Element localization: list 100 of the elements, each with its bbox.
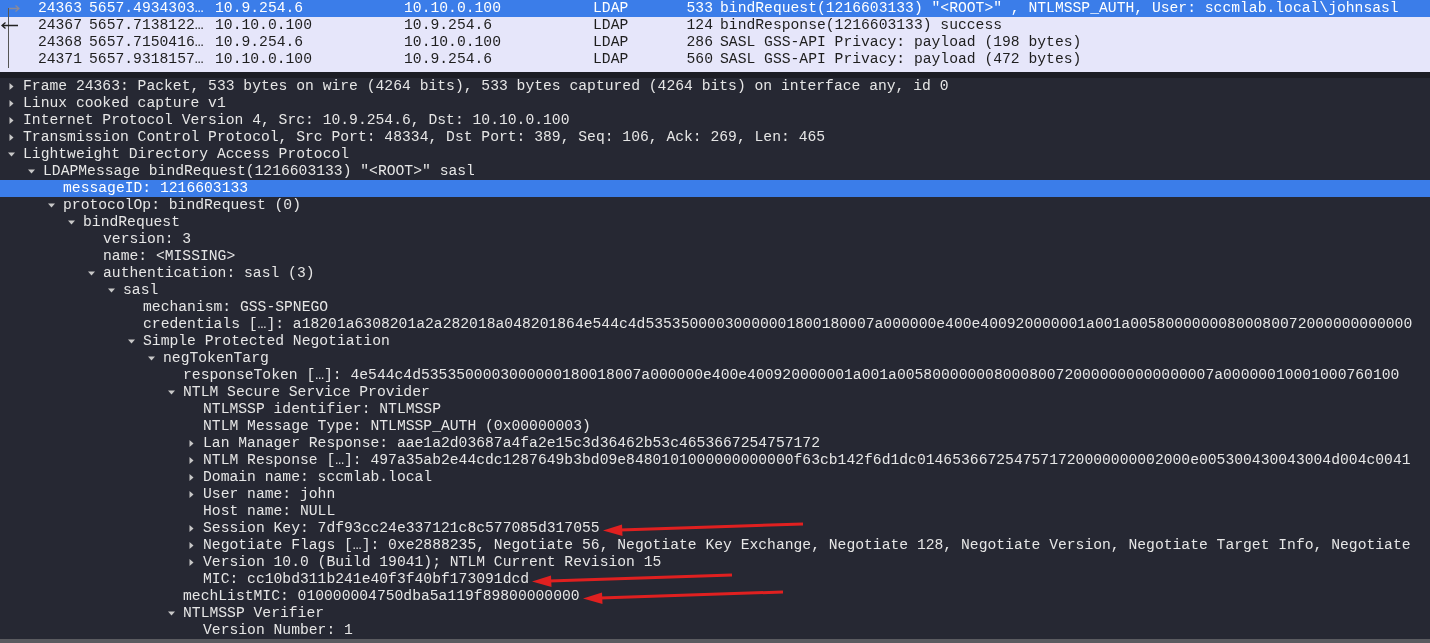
tree-item[interactable]: User name: john xyxy=(0,486,1430,503)
tree-item-label: MIC: cc10bd311b241e40f3f40bf173091dcd xyxy=(203,571,530,587)
tree-item[interactable]: NTLM Secure Service Provider xyxy=(0,384,1430,401)
tree-item[interactable]: bindRequest xyxy=(0,214,1430,231)
left-arrow-icon xyxy=(1,22,18,29)
tree-item-label: Domain name: sccmlab.local xyxy=(203,469,433,485)
tree-item[interactable]: Linux cooked capture v1 xyxy=(0,95,1430,112)
destination-address: 10.9.254.6 xyxy=(404,51,494,68)
expand-arrow-icon[interactable] xyxy=(188,525,195,532)
packet-length: 533 xyxy=(685,0,714,17)
collapse-arrow-icon[interactable] xyxy=(148,355,155,362)
packet-row[interactable]: 24367 5657.7138122… 10.10.0.100 10.9.254.6 LDAP 124 bindResponse(1216603133) success xyxy=(0,17,1430,34)
tree-item-label: negTokenTarg xyxy=(163,350,269,366)
packet-length: 560 xyxy=(685,51,714,68)
tree-item[interactable]: LDAPMessage bindRequest(1216603133) "<ROOT>" sasl xyxy=(0,163,1430,180)
expand-arrow-icon[interactable] xyxy=(188,542,195,549)
packet-time: 5657.7150416… xyxy=(88,34,205,51)
packet-time: 5657.4934303… xyxy=(88,0,205,17)
source-address: 10.10.0.100 xyxy=(215,17,313,34)
collapse-arrow-icon[interactable] xyxy=(168,610,175,617)
tree-item[interactable]: Version 10.0 (Build 19041); NTLM Current Revision 15 xyxy=(0,554,1430,571)
tree-item-label: Session Key: 7df93cc24e337121c8c577085d317055 xyxy=(203,520,600,536)
tree-item-label: messageID: 1216603133 xyxy=(63,180,249,196)
collapse-arrow-icon[interactable] xyxy=(8,151,15,158)
packet-time: 5657.7138122… xyxy=(88,17,205,34)
tree-item-label: Negotiate Flags […]: 0xe2888235, Negotiate 56, Negotiate Key Exchange, Negotiate 128, Negotiate Version, Negotiate Target Info, Negotiate xyxy=(203,537,1411,553)
tree-item-label: Internet Protocol Version 4, Src: 10.9.254.6, Dst: 10.10.0.100 xyxy=(23,112,570,128)
collapse-arrow-icon[interactable] xyxy=(68,219,75,226)
tree-item[interactable]: version: 3 xyxy=(0,231,1430,248)
expand-arrow-icon[interactable] xyxy=(8,83,15,90)
tree-item-label: User name: john xyxy=(203,486,336,502)
tree-item-label: mechanism: GSS-SPNEGO xyxy=(143,299,329,315)
tree-item[interactable]: Host name: NULL xyxy=(0,503,1430,520)
expand-arrow-icon[interactable] xyxy=(188,491,195,498)
source-address: 10.10.0.100 xyxy=(215,51,313,68)
collapse-arrow-icon[interactable] xyxy=(168,389,175,396)
packet-info: SASL GSS-API Privacy: payload (472 bytes) xyxy=(719,51,1083,68)
destination-address: 10.10.0.100 xyxy=(404,0,502,17)
tree-item[interactable]: Domain name: sccmlab.local xyxy=(0,469,1430,486)
tree-item[interactable]: mechanism: GSS-SPNEGO xyxy=(0,299,1430,316)
protocol-name: LDAP xyxy=(593,51,630,68)
protocol-name: LDAP xyxy=(593,17,630,34)
tree-item-label: credentials […]: a18201a6308201a2a282018a048201864e544c4d53535000030000001800180007a000000e400e400920000001a001a00580000000800080072000000000000 xyxy=(143,316,1413,332)
tree-item[interactable]: Internet Protocol Version 4, Src: 10.9.254.6, Dst: 10.10.0.100 xyxy=(0,112,1430,129)
tree-item[interactable]: Simple Protected Negotiation xyxy=(0,333,1430,350)
tree-item[interactable]: credentials […]: a18201a6308201a2a282018a048201864e544c4d53535000030000001800180007a000000e400e400920000001a001a00580000000800080072000000000000 xyxy=(0,316,1430,333)
packet-number: 24368 xyxy=(36,34,83,51)
packet-row[interactable]: 24371 5657.9318157… 10.10.0.100 10.9.254.6 LDAP 560 SASL GSS-API Privacy: payload (472 bytes) xyxy=(0,51,1430,68)
packet-row[interactable]: 24368 5657.7150416… 10.9.254.6 10.10.0.100 LDAP 286 SASL GSS-API Privacy: payload (198 bytes) xyxy=(0,34,1430,51)
collapse-arrow-icon[interactable] xyxy=(28,168,35,175)
destination-address: 10.10.0.100 xyxy=(404,34,502,51)
tree-item[interactable]: Negotiate Flags […]: 0xe2888235, Negotiate 56, Negotiate Key Exchange, Negotiate 128, Negotiate Version, Negotiate Target Info, Negotiate xyxy=(0,537,1430,554)
tree-item-label: bindRequest xyxy=(83,214,180,230)
tree-item-label: version: 3 xyxy=(103,231,192,247)
tree-item[interactable]: Frame 24363: Packet, 533 bytes on wire (4264 bits), 533 bytes captured (4264 bits) on interface any, id 0 xyxy=(0,78,1430,95)
tree-item-label: Linux cooked capture v1 xyxy=(23,95,226,111)
packet-row[interactable]: 24363 5657.4934303… 10.9.254.6 10.10.0.100 LDAP 533 bindRequest(1216603133) "<ROOT>" , NTLMSSP_AUTH, User: sccmlab.local\johnsasl xyxy=(0,0,1430,17)
tree-item-label: LDAPMessage bindRequest(1216603133) "<ROOT>" sasl xyxy=(43,163,475,179)
tree-item-label: mechListMIC: 010000004750dba5a119f89800000000 xyxy=(183,588,580,604)
collapse-arrow-icon[interactable] xyxy=(108,287,115,294)
collapse-arrow-icon[interactable] xyxy=(48,202,55,209)
tree-item-label: NTLM Secure Service Provider xyxy=(183,384,430,400)
expand-arrow-icon[interactable] xyxy=(188,474,195,481)
tree-item[interactable]: sasl xyxy=(0,282,1430,299)
collapse-arrow-icon[interactable] xyxy=(128,338,135,345)
tree-item[interactable]: messageID: 1216603133 xyxy=(0,180,1430,197)
protocol-name: LDAP xyxy=(593,0,630,17)
tree-item[interactable]: NTLMSSP Verifier xyxy=(0,605,1430,622)
packet-length: 124 xyxy=(685,17,714,34)
expand-arrow-icon[interactable] xyxy=(188,457,195,464)
tree-item[interactable]: NTLM Response […]: 497a35ab2e44cdc1287649b3bd09e8480101000000000000f63cb142f6d1dc0146536672547571720000000002000e005300430043004d004c0041 xyxy=(0,452,1430,469)
packet-number: 24371 xyxy=(36,51,83,68)
tree-item[interactable]: protocolOp: bindRequest (0) xyxy=(0,197,1430,214)
tree-item[interactable]: negTokenTarg xyxy=(0,350,1430,367)
expand-arrow-icon[interactable] xyxy=(8,117,15,124)
expand-arrow-icon[interactable] xyxy=(8,134,15,141)
tree-item[interactable]: Lan Manager Response: aae1a2d03687a4fa2e15c3d36462b53c4653667254757172 xyxy=(0,435,1430,452)
tree-item[interactable]: Lightweight Directory Access Protocol xyxy=(0,146,1430,163)
expand-arrow-icon[interactable] xyxy=(188,559,195,566)
tree-item[interactable]: Session Key: 7df93cc24e337121c8c577085d317055 xyxy=(0,520,1430,537)
collapse-arrow-icon[interactable] xyxy=(88,270,95,277)
tree-item-label: sasl xyxy=(123,282,159,298)
tree-item[interactable]: Transmission Control Protocol, Src Port: 48334, Dst Port: 389, Seq: 106, Ack: 269, Len: 465 xyxy=(0,129,1430,146)
tree-item-label: Frame 24363: Packet, 533 bytes on wire (4264 bits), 533 bytes captured (4264 bits) on interface any, id 0 xyxy=(23,78,949,94)
tree-item-label: Version 10.0 (Build 19041); NTLM Current Revision 15 xyxy=(203,554,662,570)
expand-arrow-icon[interactable] xyxy=(188,440,195,447)
tree-item[interactable]: authentication: sasl (3) xyxy=(0,265,1430,282)
tree-item[interactable]: mechListMIC: 010000004750dba5a119f89800000000 xyxy=(0,588,1430,605)
packet-info: bindRequest(1216603133) "<ROOT>" , NTLMSSP_AUTH, User: sccmlab.local\johnsasl xyxy=(719,0,1400,17)
tree-item[interactable]: NTLM Message Type: NTLMSSP_AUTH (0x00000003) xyxy=(0,418,1430,435)
tree-item[interactable]: Version Number: 1 xyxy=(0,622,1430,639)
tree-item[interactable]: name: <MISSING> xyxy=(0,248,1430,265)
tree-item[interactable]: MIC: cc10bd311b241e40f3f40bf173091dcd xyxy=(0,571,1430,588)
tree-item[interactable]: responseToken […]: 4e544c4d5353500003000000180018007a000000e400e400920000001a001a005800000008000800720000000000000007a00000010001000760100 xyxy=(0,367,1430,384)
tree-item-label: Simple Protected Negotiation xyxy=(143,333,390,349)
tree-item-label: name: <MISSING> xyxy=(103,248,236,264)
tree-item[interactable]: NTLMSSP identifier: NTLMSSP xyxy=(0,401,1430,418)
tree-item-label: Version Number: 1 xyxy=(203,622,353,638)
tree-item-label: responseToken […]: 4e544c4d5353500003000000180018007a000000e400e400920000001a001a005800000008000800720000000000000007a00000010001000760100 xyxy=(183,367,1400,383)
expand-arrow-icon[interactable] xyxy=(8,100,15,107)
